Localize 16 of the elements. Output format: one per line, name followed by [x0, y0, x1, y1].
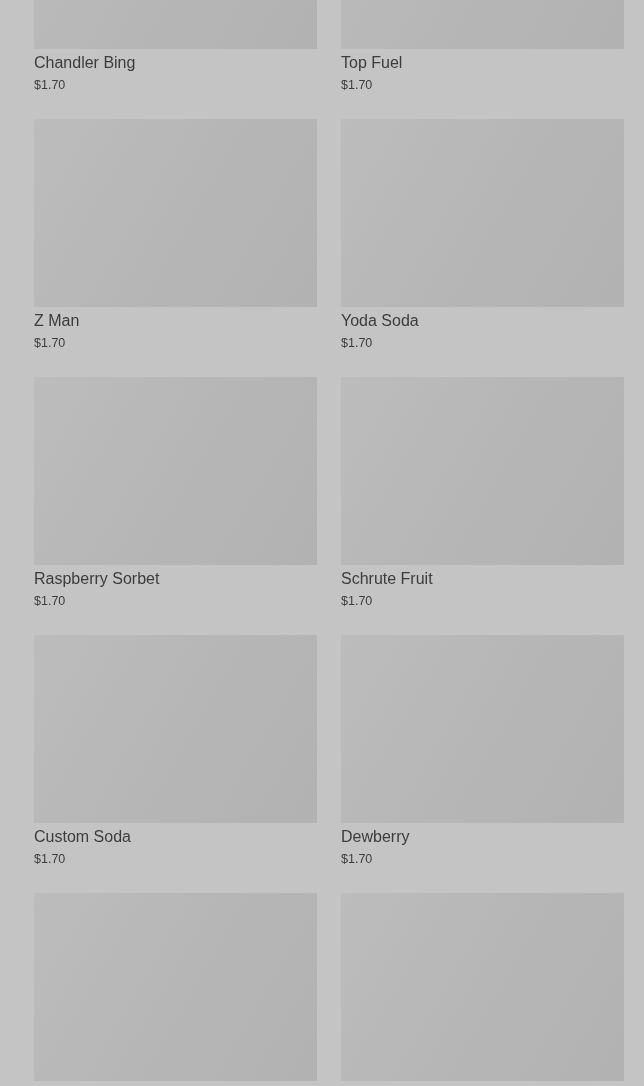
product-price: $1.70 — [34, 335, 67, 352]
product-price: $1.70 — [341, 593, 374, 610]
product-price: $1.70 — [341, 77, 374, 94]
product-price: $1.70 — [34, 77, 67, 94]
product-name[interactable]: Dewberry — [341, 823, 624, 848]
product-name[interactable]: Raspberry Sorbet — [34, 565, 317, 590]
product-name[interactable]: Custom Soda — [34, 823, 317, 848]
product-name[interactable]: Chandler Bing — [34, 49, 317, 74]
product-price: $1.70 — [341, 335, 374, 352]
product-price: $1.70 — [34, 851, 67, 868]
product-name[interactable]: Z Man — [34, 307, 317, 332]
product-price: $1.70 — [34, 593, 67, 610]
product-price: $1.70 — [341, 851, 374, 868]
product-name[interactable]: Top Fuel — [341, 49, 624, 74]
product-name[interactable]: Yoda Soda — [341, 307, 624, 332]
product-name[interactable]: Schrute Fruit — [341, 565, 624, 590]
